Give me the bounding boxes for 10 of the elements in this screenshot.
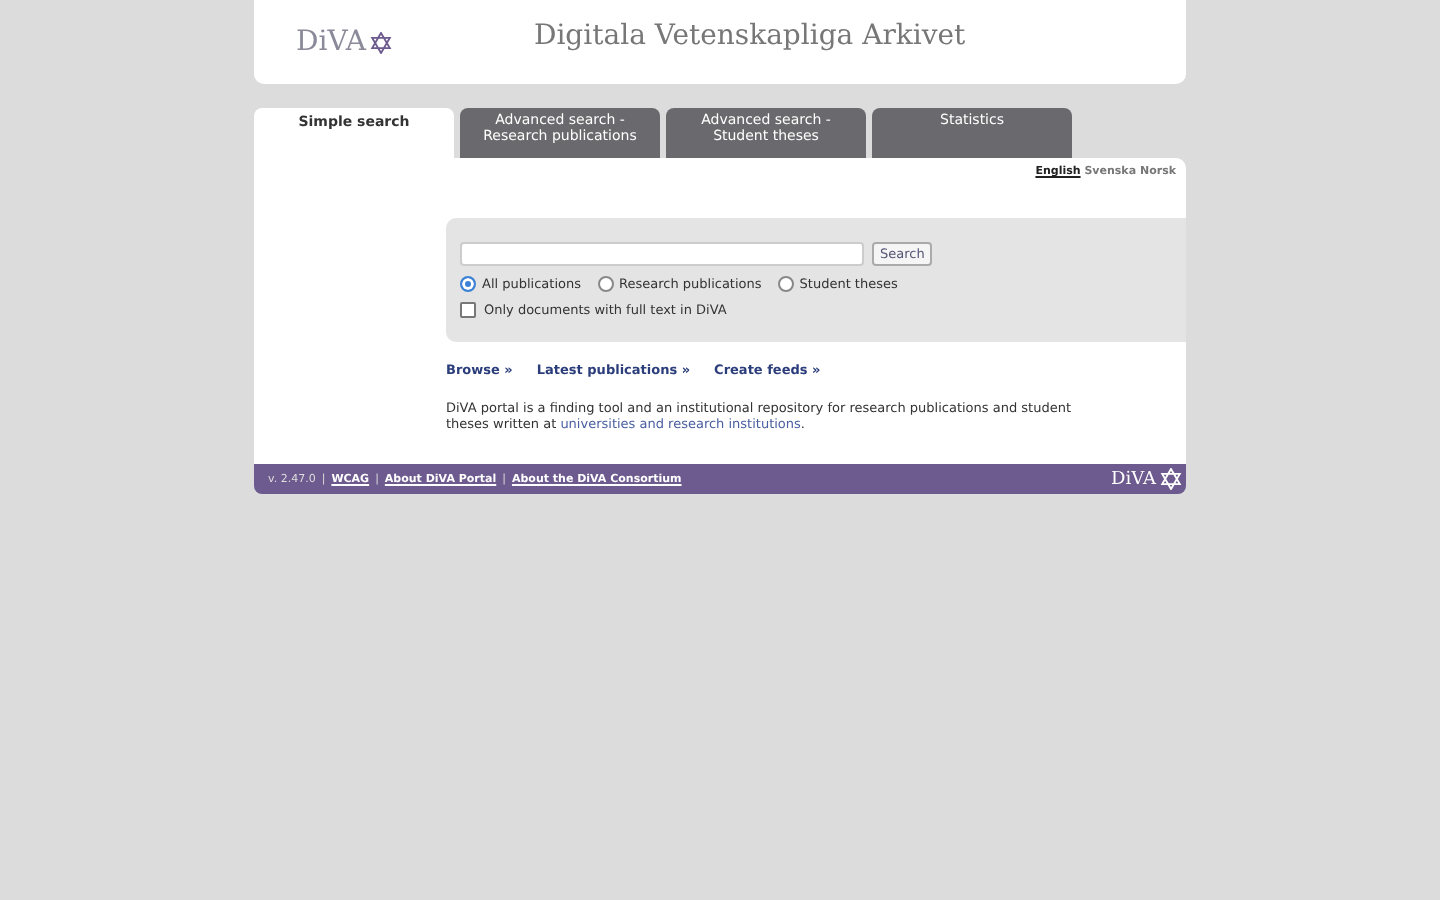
radio-button[interactable] (597, 276, 614, 292)
radio-button[interactable] (777, 276, 794, 292)
radio-button[interactable] (460, 276, 476, 292)
search-field[interactable] (460, 242, 864, 266)
star-icon (1160, 468, 1182, 490)
site-title: Digitala Vetenskapliga Arkivet (533, 20, 966, 52)
checkbox[interactable] (460, 302, 476, 318)
logo-text: DiVA (1111, 469, 1156, 489)
logo-text: DiVA (296, 26, 366, 58)
star-icon (369, 31, 392, 53)
